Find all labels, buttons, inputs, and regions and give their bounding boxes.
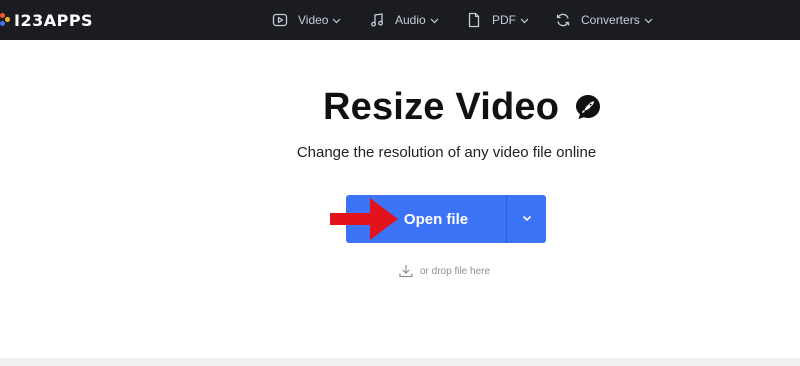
nav-item-pdf[interactable]: PDF: [466, 0, 529, 40]
open-file-dropdown-button[interactable]: [506, 195, 546, 243]
nav-item-audio[interactable]: Audio: [369, 0, 439, 40]
drop-zone-hint[interactable]: or drop file here: [398, 262, 490, 280]
nav-item-converters[interactable]: Converters: [555, 0, 653, 40]
music-note-icon: [369, 12, 385, 28]
logo-dots-icon: [0, 10, 10, 30]
nav-item-label: Audio: [395, 13, 426, 27]
open-file-label: Open file: [403, 210, 469, 228]
red-arrow-annotation: [328, 196, 400, 242]
footer-divider: [0, 358, 800, 366]
page-subtitle: Change the resolution of any video file …: [296, 144, 597, 161]
app-logo[interactable]: I23APPS: [0, 10, 93, 30]
rocket-icon[interactable]: [574, 93, 602, 121]
chevron-down-icon: [520, 16, 529, 25]
logo-text: I23APPS: [14, 10, 94, 30]
chevron-down-icon: [644, 16, 653, 25]
chevron-down-icon: [522, 210, 532, 228]
chevron-down-icon: [332, 16, 341, 25]
nav-item-label: Converters: [581, 13, 640, 27]
document-icon: [466, 12, 482, 28]
drop-hint-text: or drop file here: [420, 265, 491, 277]
nav-item-label: PDF: [492, 13, 516, 27]
page-title: Resize Video: [323, 86, 560, 128]
nav-item-video[interactable]: Video: [272, 0, 341, 40]
nav-item-label: Video: [298, 13, 329, 27]
hero-title-area: Resize Video: [0, 78, 800, 138]
chevron-down-icon: [430, 16, 439, 25]
top-navigation-bar: I23APPS Video Audio PDF Converters: [0, 0, 800, 40]
convert-icon: [555, 12, 571, 28]
video-icon: [272, 12, 288, 28]
download-icon: [398, 263, 414, 279]
